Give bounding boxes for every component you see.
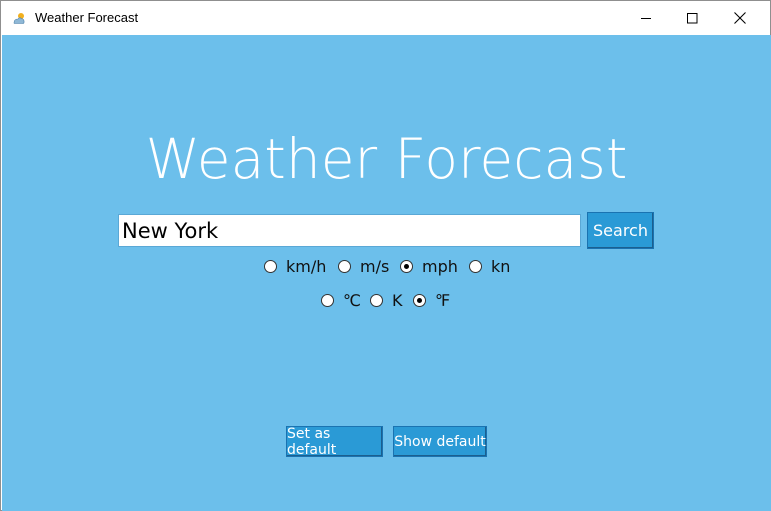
set-as-default-button[interactable]: Set as default <box>286 426 383 458</box>
temp-option-label: ℉ <box>435 290 451 310</box>
minimize-button[interactable] <box>623 1 669 35</box>
app-window: Weather Forecast Weather Forecast Search… <box>0 0 771 511</box>
radio-button[interactable] <box>370 293 383 307</box>
radio-button[interactable] <box>338 259 351 273</box>
speed-option-label: m/s <box>360 256 390 276</box>
temp-option-celsius[interactable]: ℃ <box>321 290 361 310</box>
close-button[interactable] <box>717 1 763 35</box>
speed-option-kmh[interactable]: km/h <box>264 256 326 276</box>
maximize-icon <box>686 9 698 28</box>
speed-option-mph[interactable]: mph <box>400 256 458 276</box>
window-title: Weather Forecast <box>35 10 139 25</box>
temperature-unit-group: ℃ K ℉ <box>2 290 771 310</box>
speed-unit-group: km/h m/s mph kn <box>2 256 771 276</box>
weather-app-icon <box>12 11 26 25</box>
radio-button[interactable] <box>469 259 482 273</box>
radio-button-selected[interactable] <box>413 293 426 307</box>
temp-option-fahrenheit[interactable]: ℉ <box>413 290 450 310</box>
close-icon <box>734 9 746 28</box>
show-default-button[interactable]: Show default <box>393 426 487 457</box>
minimize-icon <box>640 9 652 28</box>
speed-option-kn[interactable]: kn <box>469 256 510 276</box>
page-title: Weather Forecast <box>145 127 628 191</box>
main-panel: Weather Forecast Search km/h m/s mph kn <box>2 35 771 511</box>
temp-option-label: ℃ <box>343 290 361 310</box>
city-search-input[interactable] <box>118 214 581 247</box>
speed-option-label: km/h <box>286 256 327 276</box>
temp-option-kelvin[interactable]: K <box>370 290 403 310</box>
speed-option-ms[interactable]: m/s <box>338 256 389 276</box>
temp-option-label: K <box>392 290 403 310</box>
title-bar[interactable]: Weather Forecast <box>1 1 770 35</box>
speed-option-label: mph <box>422 256 458 276</box>
radio-button[interactable] <box>264 259 277 273</box>
speed-option-label: kn <box>491 256 511 276</box>
maximize-button[interactable] <box>669 1 715 35</box>
radio-button-selected[interactable] <box>400 259 413 273</box>
radio-button[interactable] <box>321 293 334 307</box>
search-button[interactable]: Search <box>587 212 654 249</box>
